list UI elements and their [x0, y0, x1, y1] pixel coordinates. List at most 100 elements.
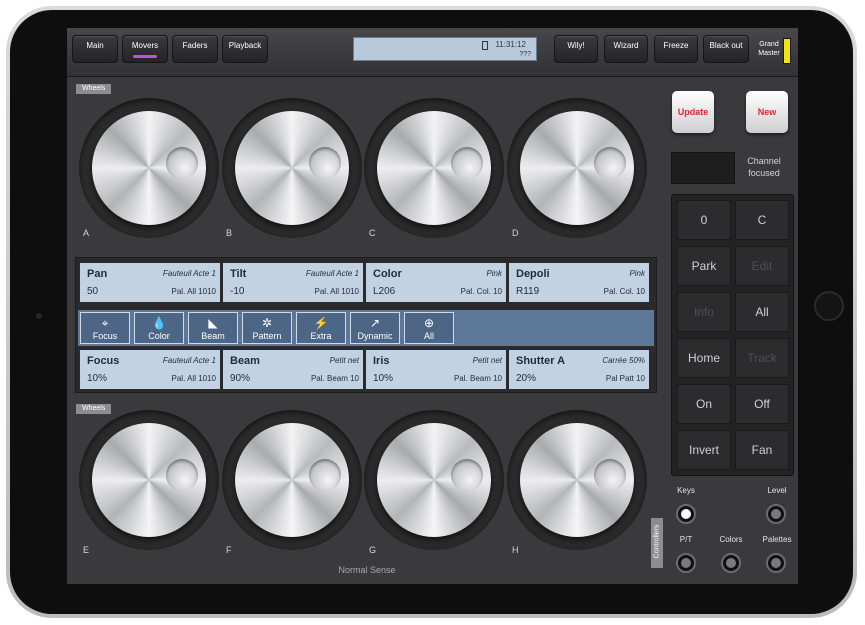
wizard-label: Wizard — [613, 41, 639, 50]
button-indicator — [565, 55, 587, 58]
footer-status: Normal Sense — [338, 565, 396, 575]
param-value: 20% — [516, 373, 537, 384]
top-toolbar: Main Movers Faders Playback 11:31:12 ???… — [67, 28, 798, 77]
wheel-label-a: A — [83, 228, 90, 238]
pt-mode-button[interactable] — [676, 553, 696, 573]
new-button[interactable]: New — [746, 91, 788, 133]
param-value: -10 — [230, 286, 245, 297]
wheel-label-h: H — [512, 545, 519, 555]
level-mode-button[interactable] — [766, 504, 786, 524]
wheel-a[interactable] — [79, 98, 219, 238]
tab-main[interactable]: Main — [72, 35, 118, 63]
key-fan[interactable]: Fan — [735, 430, 789, 470]
param-value: 90% — [230, 373, 251, 384]
param-cell-focus[interactable]: Focus Fauteuil Acte 1 10% Pal. All 1010 — [80, 350, 220, 389]
status-display: 11:31:12 ??? — [353, 37, 537, 61]
channel-display — [671, 152, 735, 184]
attr-dynamic-button[interactable]: ↗ Dynamic — [350, 312, 400, 344]
knob[interactable] — [235, 111, 349, 225]
keys-mode-button[interactable] — [676, 504, 696, 524]
attr-label: All — [423, 331, 434, 341]
wheel-b[interactable] — [222, 98, 362, 238]
knob[interactable] — [92, 111, 206, 225]
battery-text: ??? — [519, 51, 531, 58]
param-preset: Petit net — [472, 356, 502, 365]
attr-all-button[interactable]: ⊕ All — [404, 312, 454, 344]
controllers-tab[interactable]: Controllers — [651, 518, 663, 568]
wizard-button[interactable]: Wizard — [604, 35, 648, 63]
wheel-d[interactable] — [507, 98, 647, 238]
param-cell-beam[interactable]: Beam Petit net 90% Pal. Beam 10 — [223, 350, 363, 389]
attr-beam-button[interactable]: ◣ Beam — [188, 312, 238, 344]
knob-dimple — [451, 147, 483, 179]
controllers-label: Controllers — [653, 524, 661, 559]
home-button[interactable] — [814, 291, 844, 321]
param-value: 50 — [87, 286, 99, 297]
wheel-f[interactable] — [222, 410, 362, 550]
key-edit[interactable]: Edit — [735, 246, 789, 286]
param-value: R119 — [516, 286, 540, 297]
knob-dimple — [594, 147, 626, 179]
param-palette: Pal. Beam 10 — [310, 374, 359, 383]
grand-master-fader[interactable] — [783, 38, 791, 64]
knob-dimple — [166, 459, 198, 491]
tab-faders[interactable]: Faders — [172, 35, 218, 63]
param-name: Beam — [230, 355, 260, 367]
key-off[interactable]: Off — [735, 384, 789, 424]
key-home[interactable]: Home — [677, 338, 731, 378]
tab-movers[interactable]: Movers — [122, 35, 168, 63]
param-value: 10% — [373, 373, 394, 384]
palettes-mode-button[interactable] — [766, 553, 786, 573]
attr-color-button[interactable]: 💧 Color — [134, 312, 184, 344]
tab-indicator — [233, 55, 257, 58]
attr-focus-button[interactable]: ⌖ Focus — [80, 312, 130, 344]
knob[interactable] — [92, 423, 206, 537]
knob[interactable] — [520, 423, 634, 537]
knob-dimple — [451, 459, 483, 491]
dynamic-icon: ↗ — [369, 316, 381, 330]
param-name: Focus — [87, 355, 120, 367]
key-0[interactable]: 0 — [677, 200, 731, 240]
wheel-g[interactable] — [364, 410, 504, 550]
blackout-button[interactable]: Black out — [703, 35, 749, 63]
key-all[interactable]: All — [735, 292, 789, 332]
grand-master-label: Grand Master — [758, 41, 780, 57]
knob-dimple — [594, 459, 626, 491]
param-cell-tilt[interactable]: Tilt Fauteuil Acte 1 -10 Pal. All 1010 — [223, 263, 363, 302]
wheel-e[interactable] — [79, 410, 219, 550]
key-c[interactable]: C — [735, 200, 789, 240]
colors-label: Colors — [719, 535, 743, 544]
param-preset: Fauteuil Acte 1 — [305, 269, 359, 278]
param-cell-color[interactable]: Color Pink L206 Pal. Col. 10 — [366, 263, 506, 302]
wheels-tag: Wheels — [76, 404, 112, 414]
knob[interactable] — [235, 423, 349, 537]
parameter-display: Pan Fauteuil Acte 1 50 Pal. All 1010 Til… — [75, 257, 657, 393]
pt-label: P/T — [679, 535, 693, 544]
param-cell-shutter[interactable]: Shutter A Carrée 50% 20% Pal Patt 10 — [509, 350, 649, 389]
tab-playback[interactable]: Playback — [222, 35, 268, 63]
knob[interactable] — [377, 111, 491, 225]
wheel-c[interactable] — [364, 98, 504, 238]
lightning-icon: ⚡ — [313, 316, 329, 330]
wily-button[interactable]: Wily! — [554, 35, 598, 63]
param-palette: Pal. All 1010 — [314, 287, 359, 296]
colors-mode-button[interactable] — [721, 553, 741, 573]
knob[interactable] — [520, 111, 634, 225]
key-track[interactable]: Track — [735, 338, 789, 378]
key-info[interactable]: Info — [677, 292, 731, 332]
attr-extra-button[interactable]: ⚡ Extra — [296, 312, 346, 344]
attr-pattern-button[interactable]: ✲ Pattern — [242, 312, 292, 344]
freeze-button[interactable]: Freeze — [654, 35, 698, 63]
key-on[interactable]: On — [677, 384, 731, 424]
param-cell-depoli[interactable]: Depoli Pink R119 Pal. Col. 10 — [509, 263, 649, 302]
key-invert[interactable]: Invert — [677, 430, 731, 470]
key-park[interactable]: Park — [677, 246, 731, 286]
button-indicator — [615, 55, 637, 58]
knob-dimple — [309, 459, 341, 491]
param-cell-iris[interactable]: Iris Petit net 10% Pal. Beam 10 — [366, 350, 506, 389]
param-cell-pan[interactable]: Pan Fauteuil Acte 1 50 Pal. All 1010 — [80, 263, 220, 302]
knob[interactable] — [377, 423, 491, 537]
wheel-h[interactable] — [507, 410, 647, 550]
gobo-icon: ✲ — [261, 316, 273, 330]
update-button[interactable]: Update — [672, 91, 714, 133]
